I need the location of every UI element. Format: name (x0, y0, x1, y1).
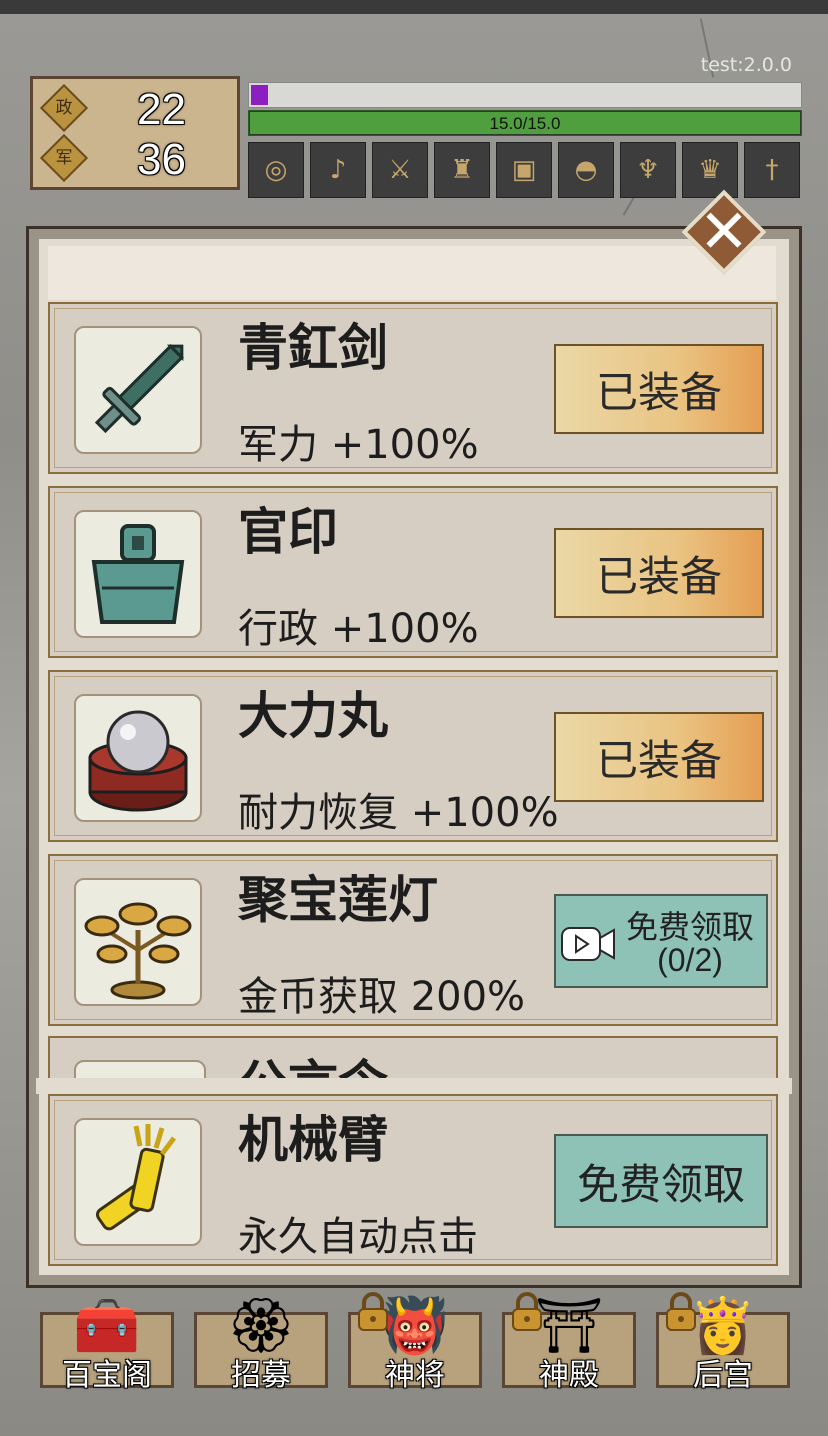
item-name: 青釭剑 (238, 319, 388, 377)
seal-icon[interactable]: ▣ (496, 142, 552, 198)
stamina-bar: 15.0/15.0 (248, 110, 802, 136)
equipped-button[interactable]: 已装备 (554, 528, 764, 618)
close-button[interactable]: ✕ (680, 188, 768, 276)
nav-recruit[interactable]: 🏵 招募 (194, 1286, 328, 1398)
nav-label: 百宝阁 (62, 1358, 152, 1393)
item-name: 聚宝莲灯 (238, 871, 438, 929)
list-item-partial: 公言令 (48, 1036, 778, 1080)
ring-icon[interactable]: ◎ (248, 142, 304, 198)
lock-icon (512, 1292, 542, 1331)
claim-count: (0/2) (657, 942, 723, 978)
seal-icon (74, 510, 202, 638)
item-desc: 军力 +100% (238, 422, 479, 468)
item-desc: 行政 +100% (238, 606, 479, 652)
equipped-button[interactable]: 已装备 (554, 344, 764, 434)
lotus-lamp-icon (74, 878, 202, 1006)
lock-icon (666, 1292, 696, 1331)
helmet-icon[interactable]: ◓ (558, 142, 614, 198)
military-stat: 军 36 (39, 133, 231, 184)
status-bar (0, 0, 828, 14)
military-badge-icon: 军 (39, 133, 89, 183)
list-item: 官印 行政 +100% 已装备 (48, 486, 778, 658)
video-camera-icon (561, 927, 615, 961)
nav-label: 神殿 (539, 1358, 599, 1393)
admin-stat: 政 22 (39, 83, 231, 134)
list-item: 大力丸 耐力恢复 +100% 已装备 (48, 670, 778, 842)
panel-header (48, 246, 776, 300)
version-label: test:2.0.0 (700, 54, 792, 76)
crossbow-icon[interactable]: ⚔ (372, 142, 428, 198)
progress-fill (251, 85, 268, 105)
nav-label: 神将 (385, 1358, 445, 1393)
nav-label: 招募 (231, 1358, 291, 1393)
pinned-item: 机械臂 永久自动点击 免费领取 (48, 1094, 778, 1266)
item-desc: 金币获取 200% (238, 974, 526, 1020)
scroll-fade (36, 1078, 792, 1094)
nav-divine-general[interactable]: 👹 神将 (348, 1286, 482, 1398)
military-value: 36 (137, 135, 186, 184)
mech-arm-icon (74, 1118, 202, 1246)
sword-icon (74, 326, 202, 454)
item-name: 机械臂 (238, 1111, 388, 1169)
item-name: 官印 (238, 503, 338, 561)
item-desc: 永久自动点击 (238, 1214, 478, 1260)
free-claim-video-button[interactable]: 免费领取 (0/2) (554, 894, 768, 988)
list-item: 聚宝莲灯 金币获取 200% 免费领取 (0/2) (48, 854, 778, 1026)
armor-icon[interactable]: ♜ (434, 142, 490, 198)
pipa-icon[interactable]: ♪ (310, 142, 366, 198)
list-item: 青釭剑 军力 +100% 已装备 (48, 302, 778, 474)
item-desc: 耐力恢复 +100% (238, 790, 559, 836)
nav-label: 后宫 (693, 1358, 753, 1393)
free-claim-button[interactable]: 免费领取 (554, 1134, 768, 1228)
close-icon: ✕ (698, 197, 750, 267)
pill-icon (74, 694, 202, 822)
item-icon (74, 1060, 206, 1080)
nav-temple[interactable]: ⛩ 神殿 (502, 1286, 636, 1398)
item-name: 公言令 (238, 1044, 388, 1080)
stats-panel: 政 22 军 36 (30, 76, 240, 190)
progress-bar (248, 82, 802, 108)
nav-harem[interactable]: 👸 后宫 (656, 1286, 790, 1398)
equipped-button[interactable]: 已装备 (554, 712, 764, 802)
lotus-lamp-icon[interactable]: ♆ (620, 142, 676, 198)
stamina-text: 15.0/15.0 (489, 114, 561, 133)
admin-badge-icon: 政 (39, 83, 89, 133)
lock-icon (358, 1292, 388, 1331)
bottom-nav: 🧰 百宝阁 🏵 招募 👹 神将 ⛩ 神殿 👸 后宫 (40, 1286, 790, 1406)
item-name: 大力丸 (238, 687, 388, 745)
admin-value: 22 (137, 85, 186, 134)
nav-treasure-pavilion[interactable]: 🧰 百宝阁 (40, 1286, 174, 1398)
